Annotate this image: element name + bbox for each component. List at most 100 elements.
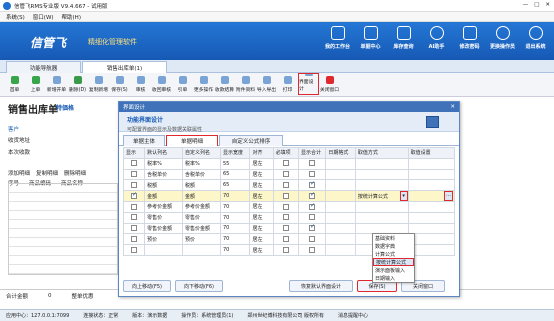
table-row[interactable]: 税额 税额 65 居左: [122, 179, 456, 192]
checkbox[interactable]: [131, 192, 137, 199]
align-cell[interactable]: 居左: [249, 222, 274, 235]
checkbox[interactable]: [131, 236, 138, 243]
checkbox[interactable]: [282, 246, 289, 253]
align-cell[interactable]: 居左: [249, 244, 274, 256]
tab-sales-outbound[interactable]: 销售出库单(1): [82, 61, 167, 73]
close-window-button[interactable]: ✕: [545, 2, 550, 8]
minimize-button[interactable]: —: [523, 2, 529, 8]
value-setting-cell[interactable]: [407, 200, 456, 213]
checkbox[interactable]: [282, 203, 289, 210]
show-checkbox[interactable]: [122, 211, 146, 224]
date-format-cell[interactable]: [325, 200, 356, 213]
value-setting-cell[interactable]: [407, 211, 456, 224]
custom-name-cell[interactable]: 预价: [182, 233, 221, 246]
required-checkbox[interactable]: [272, 222, 299, 235]
total-checkbox[interactable]: [297, 233, 327, 246]
value-setting-cell[interactable]: [407, 244, 456, 256]
checkbox[interactable]: [131, 214, 138, 221]
first-record-button[interactable]: 首单: [4, 73, 25, 95]
checkbox[interactable]: [282, 182, 289, 189]
value-setting-cell[interactable]: …: [407, 190, 456, 202]
show-checkbox[interactable]: [122, 179, 146, 192]
restore-default-button[interactable]: 恢复默认界面设计: [289, 280, 353, 292]
maximize-button[interactable]: □: [534, 2, 539, 8]
dropdown-option[interactable]: 按统计算公式: [373, 258, 414, 266]
width-cell[interactable]: 70: [219, 233, 251, 246]
checkbox[interactable]: [309, 224, 315, 232]
dialog-close-icon[interactable]: ✕: [450, 104, 455, 110]
width-cell[interactable]: 70: [219, 211, 251, 224]
checkbox[interactable]: [131, 246, 138, 253]
more-actions-button[interactable]: 更多操作: [193, 73, 214, 95]
total-checkbox[interactable]: [297, 200, 327, 213]
value-mode-cell[interactable]: [354, 168, 409, 181]
total-checkbox[interactable]: [297, 179, 327, 192]
table-row[interactable]: 税率% 税率% 55 居左: [122, 157, 456, 170]
align-cell[interactable]: 居左: [249, 200, 274, 213]
date-format-cell[interactable]: [325, 157, 356, 170]
custom-name-cell[interactable]: 税率%: [182, 157, 221, 170]
required-checkbox[interactable]: [272, 157, 299, 170]
ai-assistant-button[interactable]: AI助手: [420, 26, 453, 50]
settlement-button[interactable]: 收款结算: [214, 73, 235, 95]
custom-name-cell[interactable]: 金额: [182, 190, 221, 202]
value-mode-cell[interactable]: [354, 179, 409, 192]
revoke-approve-button[interactable]: 收回审核: [151, 73, 172, 95]
switch-operator-button[interactable]: 更换操作员: [486, 26, 519, 50]
import-order-button[interactable]: 引单: [172, 73, 193, 95]
align-cell[interactable]: 居左: [249, 190, 274, 202]
width-cell[interactable]: 70: [219, 200, 251, 213]
menu-help[interactable]: 帮助(H): [62, 13, 81, 21]
width-cell[interactable]: 65: [219, 179, 251, 192]
move-up-button[interactable]: 向上移动(F5): [123, 280, 171, 292]
value-setting-cell[interactable]: [407, 222, 456, 235]
tab-navigator[interactable]: 功能导航器: [6, 61, 81, 73]
value-mode-cell[interactable]: [354, 157, 409, 170]
checkbox[interactable]: [282, 171, 289, 178]
align-cell[interactable]: 居左: [249, 168, 274, 181]
close-tab-button[interactable]: 关闭窗口: [319, 73, 340, 95]
checkbox[interactable]: [282, 192, 289, 199]
copy-new-button[interactable]: 复制新增: [88, 73, 109, 95]
new-button[interactable]: 新增开单: [46, 73, 67, 95]
checkbox[interactable]: [131, 225, 138, 232]
custom-name-cell[interactable]: 参考价金额: [182, 200, 221, 213]
width-cell[interactable]: 70: [219, 222, 251, 235]
tab-doc-body[interactable]: 单据主体: [123, 135, 165, 146]
required-checkbox[interactable]: [272, 179, 299, 192]
tab-formula-sort[interactable]: 自定义公式排序: [219, 135, 283, 146]
required-checkbox[interactable]: [272, 211, 299, 224]
document-center-button[interactable]: 单据中心: [354, 26, 387, 50]
stock-query-button[interactable]: 库存查询: [387, 26, 420, 50]
value-setting-cell[interactable]: [407, 157, 456, 170]
show-checkbox[interactable]: [122, 244, 146, 256]
checkbox[interactable]: [131, 160, 138, 167]
align-cell[interactable]: 居左: [249, 211, 274, 224]
show-checkbox[interactable]: [122, 200, 146, 213]
date-format-cell[interactable]: [325, 222, 356, 235]
checkbox[interactable]: [282, 160, 289, 167]
required-checkbox[interactable]: [272, 168, 299, 181]
total-checkbox[interactable]: [297, 190, 327, 202]
width-cell[interactable]: 55: [219, 157, 251, 170]
show-checkbox[interactable]: [122, 168, 146, 181]
value-mode-cell[interactable]: 按统计算公式 ▾: [354, 190, 409, 202]
total-checkbox[interactable]: [297, 157, 327, 170]
table-row[interactable]: 参考价金额 参考价金额 70 居左: [122, 200, 456, 213]
custom-name-cell[interactable]: 零售价金额: [182, 222, 221, 235]
required-checkbox[interactable]: [272, 233, 299, 246]
dropdown-option[interactable]: 基础资料: [373, 234, 414, 242]
attachment-button[interactable]: 附件资料: [235, 73, 256, 95]
menu-system[interactable]: 系统(S): [6, 13, 25, 21]
checkbox[interactable]: [282, 214, 289, 221]
tab-doc-detail[interactable]: 单据明细: [166, 135, 218, 146]
custom-name-cell[interactable]: 含税单价: [182, 168, 221, 181]
align-cell[interactable]: 居左: [249, 157, 274, 170]
checkbox[interactable]: [309, 192, 315, 199]
date-format-cell[interactable]: [325, 190, 356, 202]
checkbox[interactable]: [309, 214, 316, 221]
required-checkbox[interactable]: [272, 244, 299, 256]
required-checkbox[interactable]: [272, 200, 299, 213]
menu-window[interactable]: 窗口(W): [33, 13, 54, 21]
detail-grid[interactable]: [8, 183, 118, 275]
